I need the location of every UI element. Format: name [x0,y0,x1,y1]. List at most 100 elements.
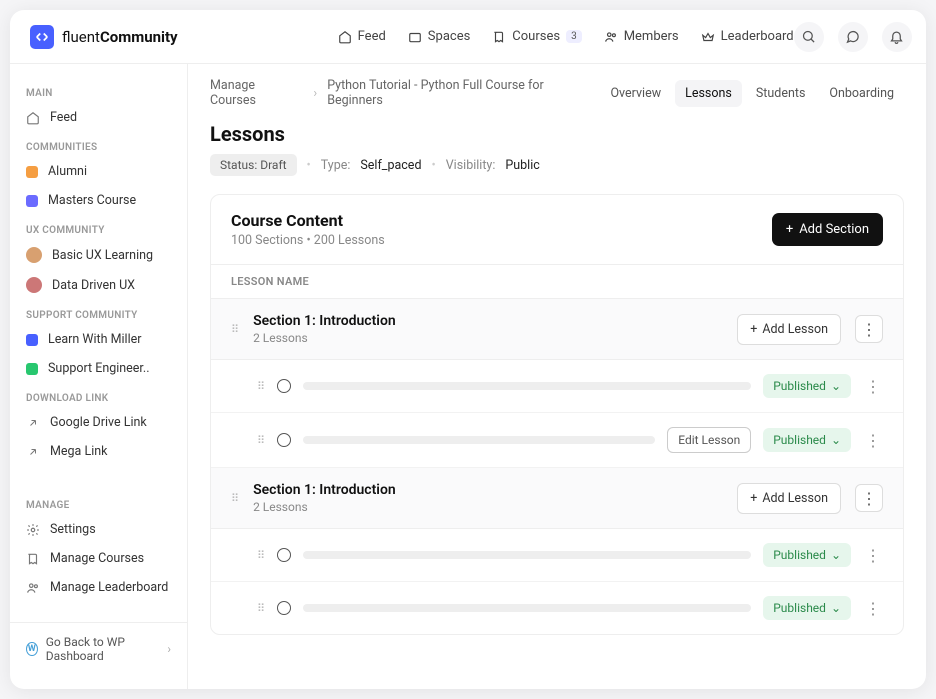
brand-logo[interactable]: fluentCommunity [30,25,178,49]
users-icon [26,581,40,595]
breadcrumb-current: Python Tutorial - Python Full Course for… [327,78,600,108]
crown-icon [701,30,715,44]
lesson-more-button[interactable]: ⋮ [863,377,883,396]
add-lesson-button[interactable]: +Add Lesson [737,314,841,345]
book-icon [26,552,40,566]
sidebar-data-ux[interactable]: Data Driven UX [10,270,187,300]
book-icon [492,30,506,44]
sidebar-section-ux: UX COMMUNITY [10,221,187,240]
top-nav: Feed Spaces Courses 3 Members Leaderboar… [338,29,794,44]
sidebar-section-communities: COMMUNITIES [10,138,187,157]
chevron-down-icon: ⌄ [831,601,841,615]
sidebar-support-eng[interactable]: Support Engineer.. [10,354,187,383]
sidebar-section-download: DOWNLOAD LINK [10,389,187,408]
sidebar-masters[interactable]: Masters Course [10,186,187,215]
sidebar-learn-miller[interactable]: Learn With Miller [10,325,187,354]
more-vertical-icon: ⋮ [861,320,877,339]
wp-dashboard-link[interactable]: W Go Back to WP Dashboard › [10,622,187,675]
chat-icon [845,29,860,44]
page-meta: Status: Draft • Type: Self_paced • Visib… [188,154,926,194]
color-dot-icon [26,195,38,207]
sidebar-mega[interactable]: Mega Link [10,437,187,466]
lesson-more-button[interactable]: ⋮ [863,546,883,565]
sidebar-basic-ux[interactable]: Basic UX Learning [10,240,187,270]
search-button[interactable] [794,22,824,52]
section-subtitle: 2 Lessons [253,331,723,345]
drag-handle-icon[interactable]: ⠿ [257,549,265,562]
chevron-right-icon: › [167,642,171,656]
avatar-icon [26,277,42,293]
tab-overview[interactable]: Overview [600,80,671,107]
more-vertical-icon: ⋮ [861,489,877,508]
add-lesson-button[interactable]: +Add Lesson [737,483,841,514]
drag-handle-icon[interactable]: ⠿ [257,434,265,447]
drag-handle-icon[interactable]: ⠿ [231,492,239,505]
tab-students[interactable]: Students [746,80,816,107]
breadcrumb: Manage Courses › Python Tutorial - Pytho… [210,78,600,108]
sidebar: MAIN Feed COMMUNITIES Alumni Masters Cou… [10,64,188,689]
lesson-row: ⠿ Published⌄ ⋮ [211,582,903,634]
section-more-button[interactable]: ⋮ [855,315,883,343]
lesson-title-placeholder [303,382,751,390]
sidebar-manage-leaderboard[interactable]: Manage Leaderboard [10,573,187,602]
nav-leaderboard[interactable]: Leaderboard [701,29,794,44]
sidebar-alumni[interactable]: Alumni [10,157,187,186]
gear-icon [26,523,40,537]
add-section-button[interactable]: + Add Section [772,213,883,246]
page-title: Lessons [188,122,926,154]
sidebar-feed[interactable]: Feed [10,103,187,132]
sidebar-section-main: MAIN [10,84,187,103]
notifications-button[interactable] [882,22,912,52]
section-subtitle: 2 Lessons [253,500,723,514]
lesson-title-placeholder [303,436,655,444]
search-icon [801,29,816,44]
status-circle-icon [277,601,291,615]
chevron-down-icon: ⌄ [831,548,841,562]
nav-courses[interactable]: Courses 3 [492,29,581,44]
drag-handle-icon[interactable]: ⠿ [257,602,265,615]
status-dropdown[interactable]: Published⌄ [763,374,851,398]
header-actions [794,22,926,52]
status-dropdown[interactable]: Published⌄ [763,543,851,567]
nav-members[interactable]: Members [604,29,679,44]
course-tabs: Overview Lessons Students Onboarding [600,80,904,107]
bell-icon [889,29,904,44]
section-row: ⠿ Section 1: Introduction 2 Lessons +Add… [211,468,903,529]
tab-lessons[interactable]: Lessons [675,80,742,107]
section-more-button[interactable]: ⋮ [855,484,883,512]
nav-feed[interactable]: Feed [338,29,386,44]
section-row: ⠿ Section 1: Introduction 2 Lessons +Add… [211,299,903,360]
courses-badge: 3 [566,30,582,43]
status-circle-icon [277,548,291,562]
lesson-more-button[interactable]: ⋮ [863,431,883,450]
status-dropdown[interactable]: Published⌄ [763,596,851,620]
section-title: Section 1: Introduction [253,313,723,329]
lesson-row: ⠿ Published⌄ ⋮ [211,360,903,413]
home-icon [338,30,352,44]
sidebar-gdrive[interactable]: Google Drive Link [10,408,187,437]
logo-icon [30,25,54,49]
chevron-right-icon: › [313,86,317,101]
tab-onboarding[interactable]: Onboarding [819,80,904,107]
chevron-down-icon: ⌄ [831,379,841,393]
drag-handle-icon[interactable]: ⠿ [231,323,239,336]
external-link-icon [26,417,40,429]
status-chip: Status: Draft [210,154,297,176]
app-header: fluentCommunity Feed Spaces Courses 3 Me… [10,10,926,64]
chevron-down-icon: ⌄ [831,433,841,447]
content-subtitle: 100 Sections • 200 Lessons [231,233,385,248]
color-dot-icon [26,166,38,178]
folder-icon [408,30,422,44]
sidebar-settings[interactable]: Settings [10,515,187,544]
sidebar-section-manage: MANAGE [10,496,187,515]
drag-handle-icon[interactable]: ⠿ [257,380,265,393]
breadcrumb-root[interactable]: Manage Courses [210,78,303,108]
lesson-row: ⠿ Edit Lesson Published⌄ ⋮ [211,413,903,468]
edit-lesson-button[interactable]: Edit Lesson [667,427,751,453]
sidebar-manage-courses[interactable]: Manage Courses [10,544,187,573]
chat-button[interactable] [838,22,868,52]
section-title: Section 1: Introduction [253,482,723,498]
lesson-more-button[interactable]: ⋮ [863,599,883,618]
status-dropdown[interactable]: Published⌄ [763,428,851,452]
nav-spaces[interactable]: Spaces [408,29,471,44]
